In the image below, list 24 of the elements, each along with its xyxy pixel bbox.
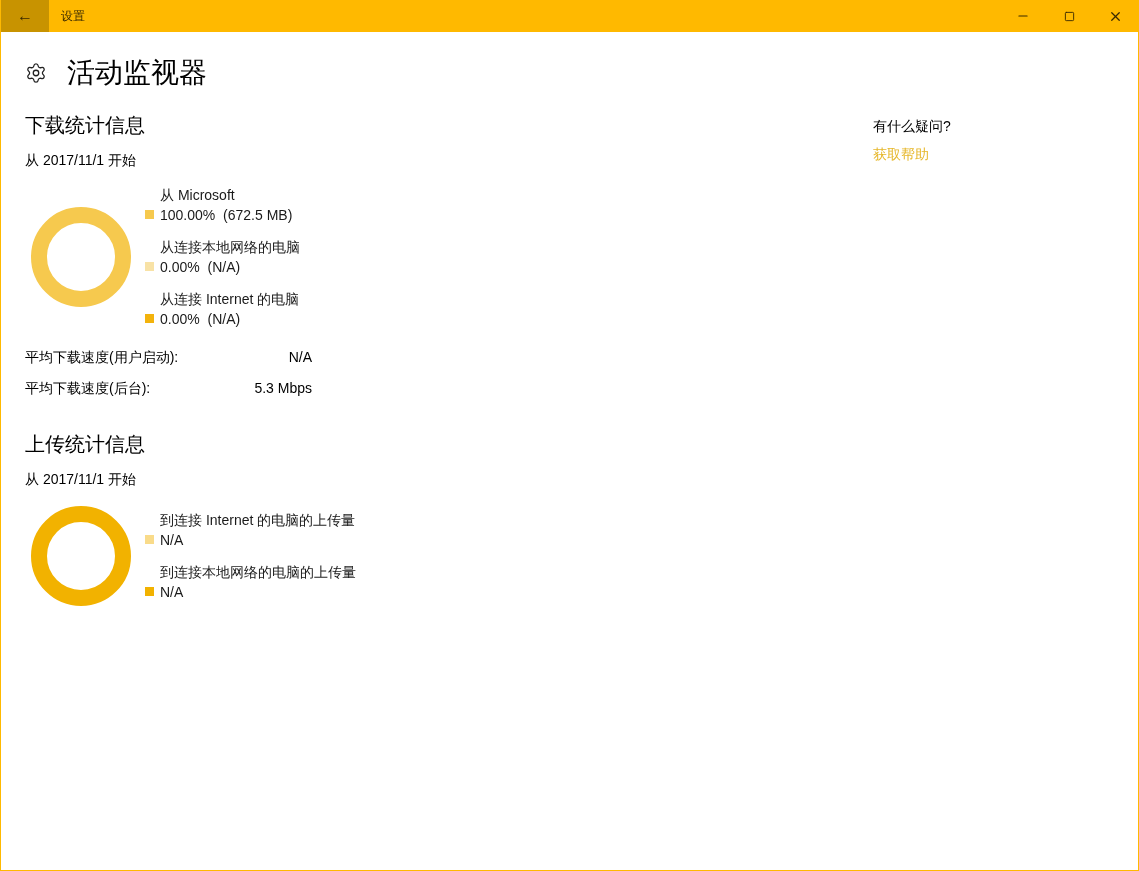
page-title: 活动监视器: [67, 56, 207, 90]
section-heading: 下载统计信息: [25, 113, 146, 138]
legend-value: N/A: [160, 531, 185, 550]
stat-label: 平均下载速度(用户启动):: [25, 348, 179, 367]
legend-label: 从 Microsoft: [160, 186, 236, 205]
since-date: 从 2017/11/1 开始: [25, 470, 138, 489]
legend-value: 0.00% (N/A): [160, 258, 242, 277]
stat-value: N/A: [288, 348, 312, 367]
legend-label: 到连接本地网络的电脑的上传量: [160, 563, 356, 582]
legend-label: 从连接 Internet 的电脑: [160, 290, 300, 309]
settings-icon: [25, 62, 47, 84]
since-date: 从 2017/11/1 开始: [25, 151, 138, 170]
stat-label: 平均下载速度(后台):: [25, 379, 151, 398]
stat-value: 5.3 Mbps: [254, 379, 312, 398]
legend-label: 到连接 Internet 的电脑的上传量: [160, 511, 356, 530]
help-question: 有什么疑问?: [873, 117, 951, 136]
section-heading: 上传统计信息: [25, 432, 146, 457]
legend-value: 0.00% (N/A): [160, 310, 242, 329]
window-title: 设置: [61, 8, 85, 25]
legend-value: N/A: [160, 583, 185, 602]
back-button[interactable]: ←: [1, 0, 49, 32]
legend-value: 100.00% (672.5 MB): [160, 206, 293, 225]
legend-label: 从连接本地网络的电脑: [160, 238, 300, 257]
maximize-icon: [1063, 10, 1075, 22]
